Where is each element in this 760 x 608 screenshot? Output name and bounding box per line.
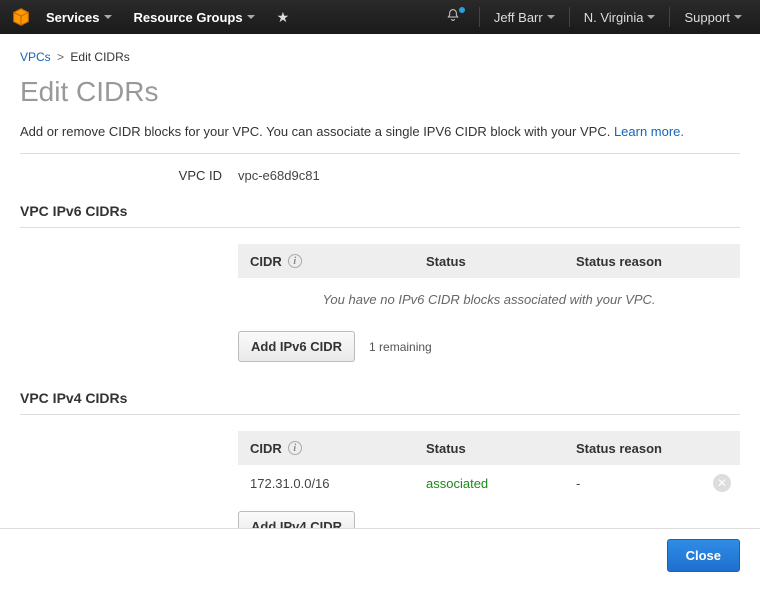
vpc-id-row: VPC ID vpc-e68d9c81 [20, 154, 740, 197]
col-status-label: Status [418, 254, 568, 269]
caret-down-icon [734, 15, 742, 19]
nav-services-label: Services [46, 10, 100, 25]
col-status-label: Status [418, 441, 568, 456]
info-icon[interactable]: i [288, 441, 302, 455]
ipv4-reason-value: - [568, 476, 704, 491]
ipv4-table-row: 172.31.0.0/16 associated - ✕ [238, 465, 740, 501]
breadcrumb-current: Edit CIDRs [70, 50, 129, 64]
col-reason-label: Status reason [568, 254, 704, 269]
nav-region[interactable]: N. Virginia [576, 0, 664, 34]
pin-icon: ★ [277, 9, 290, 26]
breadcrumb-root-link[interactable]: VPCs [20, 50, 51, 64]
ipv6-section-title: VPC IPv6 CIDRs [20, 203, 740, 228]
bell-icon [445, 7, 465, 27]
info-icon[interactable]: i [288, 254, 302, 268]
ipv4-cidr-value: 172.31.0.0/16 [238, 476, 418, 491]
caret-down-icon [104, 15, 112, 19]
breadcrumb-separator: > [57, 50, 64, 64]
nav-user-label: Jeff Barr [494, 10, 543, 25]
ipv4-table-header: CIDR i Status Status reason [238, 431, 740, 465]
ipv6-empty-message: You have no IPv6 CIDR blocks associated … [238, 278, 740, 321]
page-footer: Close [0, 528, 760, 582]
ipv6-table-header: CIDR i Status Status reason [238, 244, 740, 278]
description-text: Add or remove CIDR blocks for your VPC. … [20, 124, 614, 139]
aws-logo-icon[interactable] [10, 6, 32, 28]
page-description: Add or remove CIDR blocks for your VPC. … [20, 118, 740, 154]
page-body: VPCs > Edit CIDRs Edit CIDRs Add or remo… [0, 34, 760, 608]
learn-more-link[interactable]: Learn more. [614, 124, 684, 139]
col-cidr-label: CIDR [250, 254, 282, 269]
page-title: Edit CIDRs [20, 76, 740, 108]
ipv4-status-value: associated [418, 476, 568, 491]
nav-support-label: Support [684, 10, 730, 25]
ipv6-remaining-label: 1 remaining [369, 340, 432, 354]
ipv4-section-title: VPC IPv4 CIDRs [20, 390, 740, 415]
nav-user[interactable]: Jeff Barr [486, 0, 563, 34]
nav-support[interactable]: Support [676, 0, 750, 34]
ipv6-table: CIDR i Status Status reason You have no … [238, 244, 740, 321]
nav-resource-groups-label: Resource Groups [134, 10, 243, 25]
nav-services[interactable]: Services [38, 0, 120, 34]
nav-resource-groups[interactable]: Resource Groups [126, 0, 263, 34]
nav-region-label: N. Virginia [584, 10, 644, 25]
caret-down-icon [547, 15, 555, 19]
nav-separator [669, 7, 670, 27]
top-nav: Services Resource Groups ★ Jeff Barr N. … [0, 0, 760, 34]
col-reason-label: Status reason [568, 441, 704, 456]
vpc-id-label: VPC ID [20, 168, 238, 183]
caret-down-icon [247, 15, 255, 19]
nav-separator [479, 7, 480, 27]
col-cidr-label: CIDR [250, 441, 282, 456]
caret-down-icon [647, 15, 655, 19]
ipv4-table: CIDR i Status Status reason 172.31.0.0/1… [238, 431, 740, 501]
notification-dot-icon [459, 7, 465, 13]
remove-cidr-icon[interactable]: ✕ [713, 474, 731, 492]
nav-notifications[interactable] [437, 0, 473, 34]
add-ipv6-cidr-button[interactable]: Add IPv6 CIDR [238, 331, 355, 362]
nav-pin[interactable]: ★ [269, 0, 298, 34]
ipv6-actions: Add IPv6 CIDR 1 remaining [238, 331, 740, 362]
vpc-id-value: vpc-e68d9c81 [238, 168, 320, 183]
close-button[interactable]: Close [667, 539, 740, 572]
breadcrumb: VPCs > Edit CIDRs [20, 50, 740, 64]
nav-separator [569, 7, 570, 27]
